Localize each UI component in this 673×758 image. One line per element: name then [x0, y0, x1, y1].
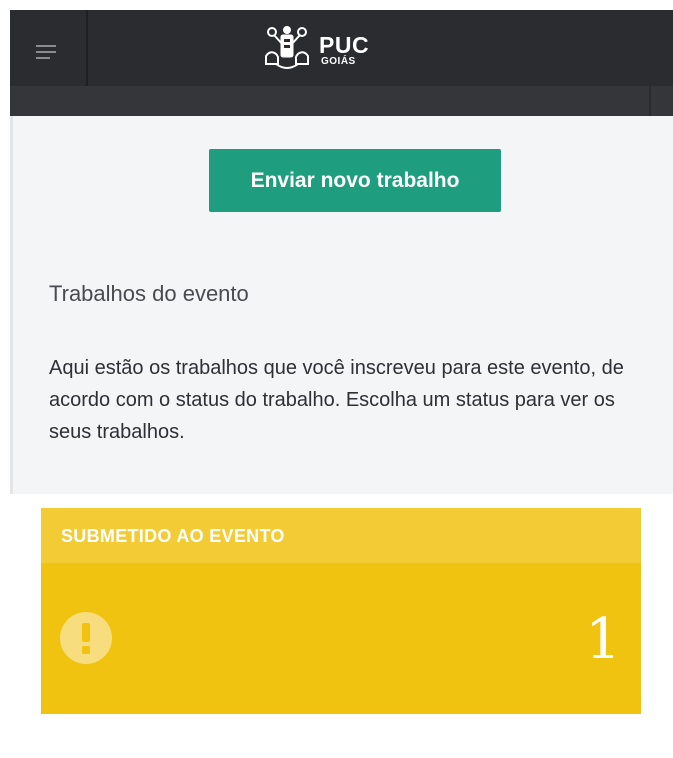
exclamation-circle-icon: [60, 612, 112, 664]
status-label: SUBMETIDO AO EVENTO: [61, 526, 285, 546]
logo-text-goias: GOIÁS: [321, 56, 356, 67]
top-navbar: PUC GOIÁS: [10, 10, 673, 86]
status-card-submitted[interactable]: SUBMETIDO AO EVENTO 1: [41, 508, 641, 714]
send-new-work-button[interactable]: Enviar novo trabalho: [209, 149, 501, 212]
divider: [649, 86, 651, 116]
status-card-header: SUBMETIDO AO EVENTO: [41, 508, 641, 563]
hamburger-menu-icon[interactable]: [10, 10, 88, 86]
puc-goias-logo[interactable]: PUC GOIÁS: [258, 24, 383, 72]
section-description: Aqui estão os trabalhos que você inscrev…: [49, 357, 624, 443]
secondary-bar: [10, 86, 673, 116]
main-content: Enviar novo trabalho Trabalhos do evento…: [10, 116, 673, 494]
page: PUC GOIÁS Enviar novo trabalho Trabalhos…: [0, 0, 673, 758]
status-count: 1: [585, 607, 621, 672]
section-title: Trabalhos do evento: [49, 281, 249, 306]
logo-emblem-icon: [265, 26, 309, 69]
logo-text-puc: PUC: [319, 32, 370, 58]
